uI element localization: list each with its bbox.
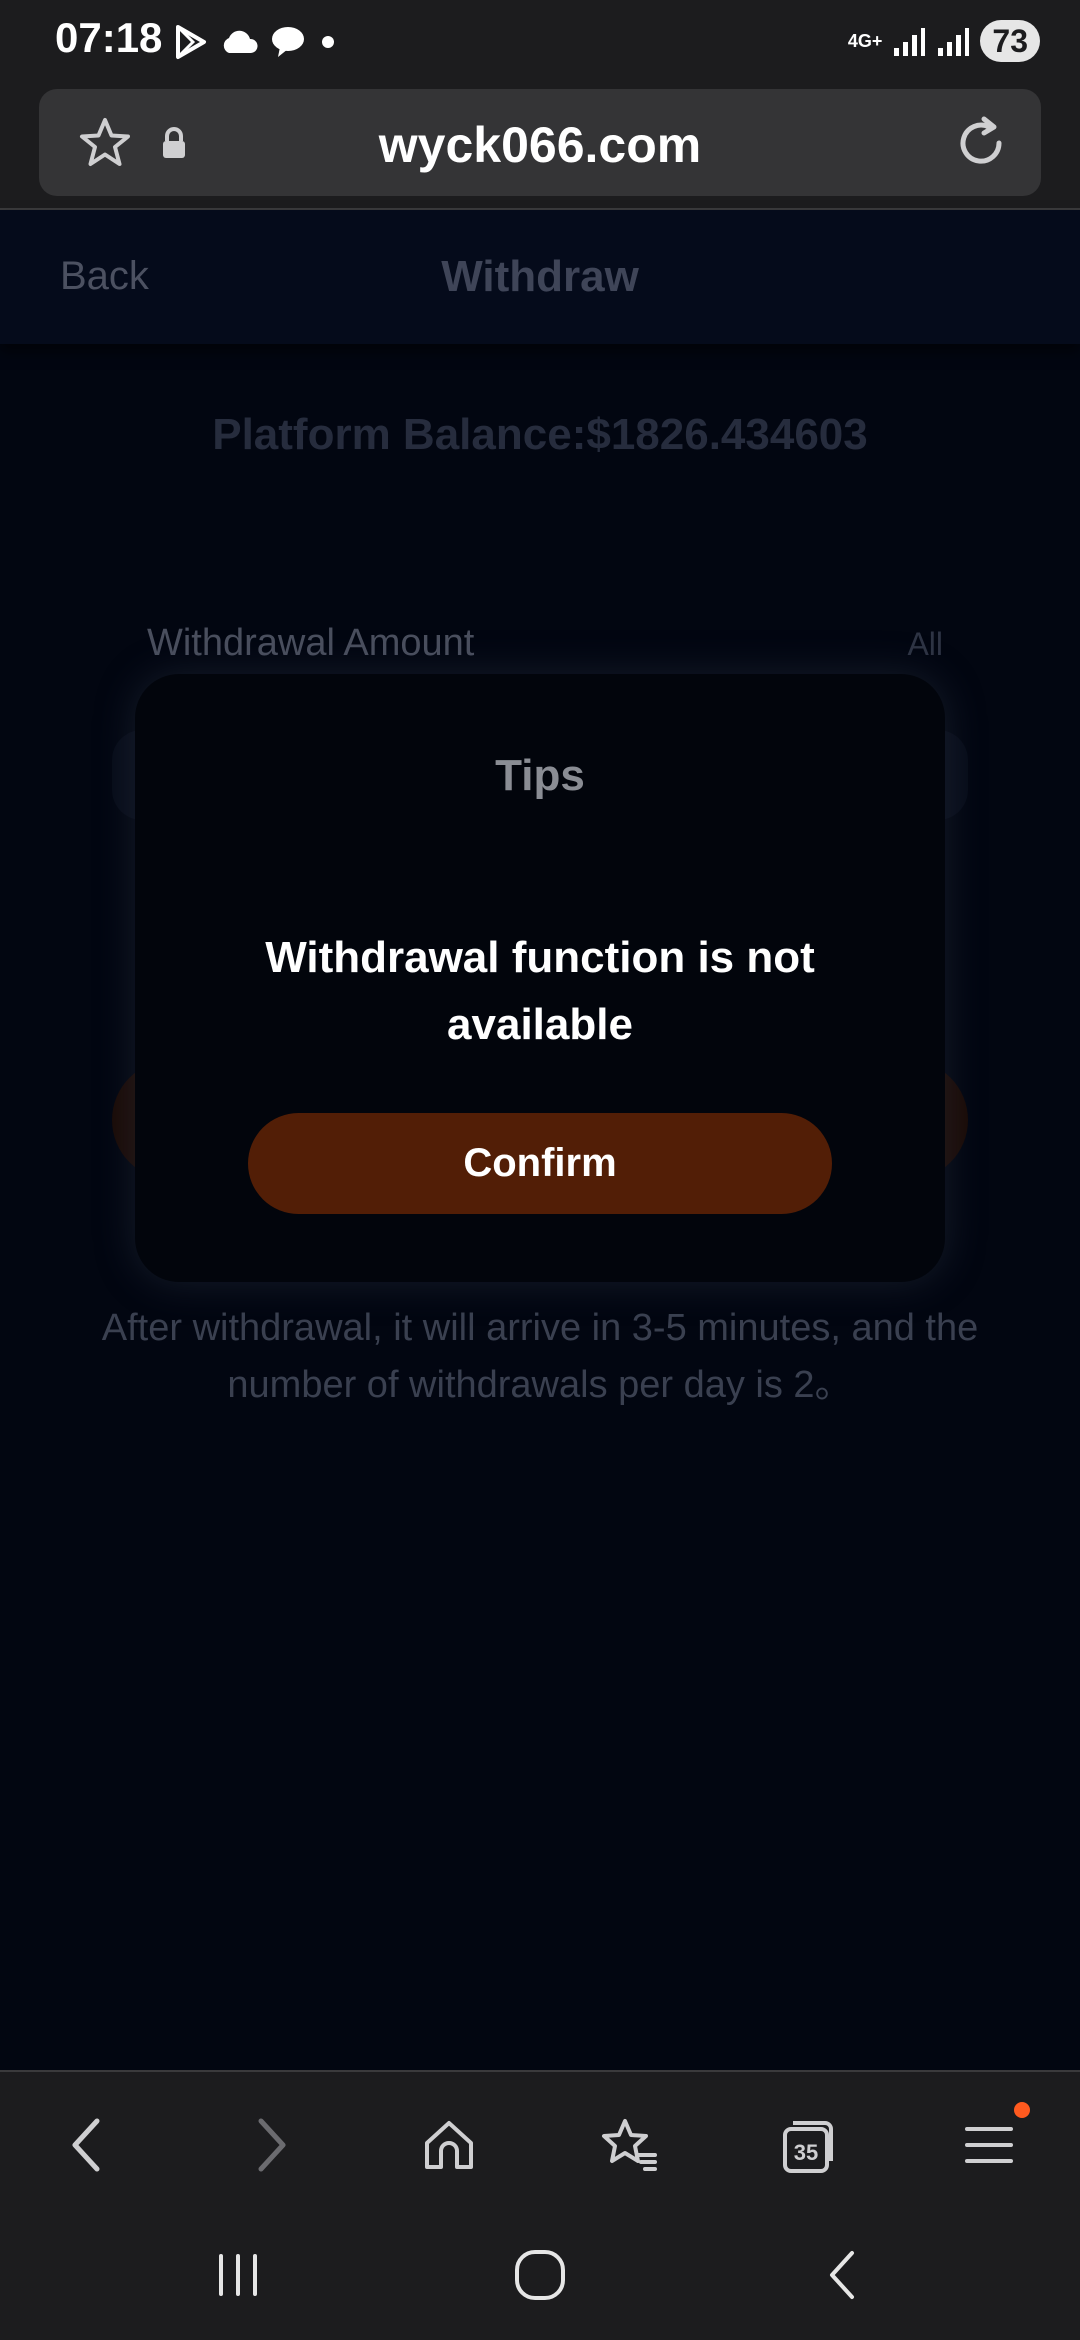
system-navigation-bar [0, 2205, 1080, 2340]
bookmarks-star-icon [602, 2119, 657, 2171]
browser-address-area: wyck066.com [0, 84, 1080, 210]
menu-button[interactable] [954, 2102, 1030, 2180]
play-store-icon [176, 25, 206, 59]
page-title: Withdraw [441, 252, 639, 301]
confirm-button[interactable]: Confirm [248, 1113, 832, 1214]
notification-icons [174, 22, 338, 62]
tab-count: 35 [794, 2140, 818, 2165]
signal-icon [894, 28, 926, 56]
url-text[interactable]: wyck066.com [39, 116, 1041, 174]
chevron-left-icon [72, 2118, 100, 2172]
address-bar[interactable]: wyck066.com [39, 89, 1041, 196]
chat-bubble-icon [272, 27, 304, 57]
hamburger-menu-icon [965, 2127, 1013, 2163]
home-nav-button[interactable] [500, 2235, 580, 2315]
platform-balance: Platform Balance:$1826.434603 [212, 410, 868, 459]
browser-toolbar: 35 [0, 2070, 1080, 2207]
signal-icon-2 [938, 28, 970, 56]
page-header: Back Withdraw [0, 210, 1080, 344]
dot-icon [322, 36, 334, 48]
network-type: 4G+ [847, 31, 883, 51]
notification-dot [1014, 2102, 1030, 2118]
tips-dialog: Tips Withdrawal function is not availabl… [135, 674, 945, 1282]
tabs-button[interactable]: 35 [774, 2110, 844, 2180]
dialog-message: Withdrawal function is not available [265, 933, 815, 1049]
back-chevron-icon [830, 2251, 854, 2299]
status-bar: 07:18 4G+ 73 [0, 0, 1080, 84]
withdrawal-note: After withdrawal, it will arrive in 3-5 … [101, 1307, 979, 1406]
withdrawal-amount-label: Withdrawal Amount [147, 622, 475, 664]
bookmarks-button[interactable] [594, 2110, 664, 2180]
recent-apps-button[interactable] [198, 2235, 278, 2315]
withdraw-all-button[interactable]: All [907, 626, 943, 663]
dialog-title: Tips [495, 751, 585, 800]
cloud-icon [223, 30, 258, 53]
recent-apps-icon [219, 2254, 257, 2296]
home-icon [425, 2121, 473, 2169]
home-circle-icon [515, 2250, 565, 2300]
chevron-right-icon [258, 2118, 286, 2172]
battery-level: 73 [980, 20, 1040, 62]
home-button[interactable] [414, 2110, 484, 2180]
back-nav-button[interactable] [802, 2235, 882, 2315]
status-indicators: 4G+ 73 [848, 18, 1040, 64]
browser-forward-button[interactable] [236, 2110, 306, 2180]
tabs-icon: 35 [783, 2121, 833, 2173]
reload-icon[interactable] [951, 113, 1011, 173]
browser-back-button[interactable] [52, 2110, 122, 2180]
status-time: 07:18 [55, 14, 163, 61]
